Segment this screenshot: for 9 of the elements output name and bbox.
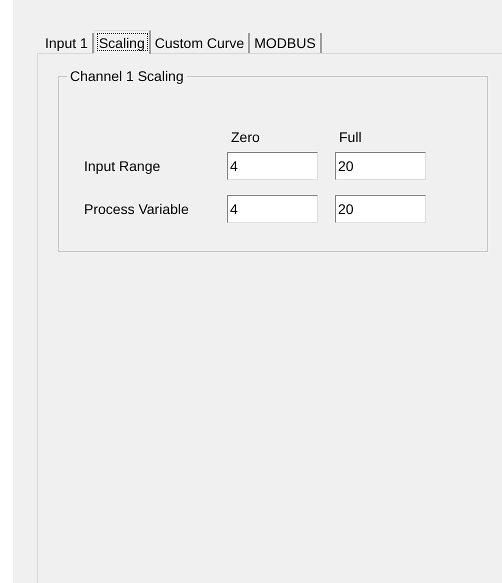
input-field[interactable]: 4 [227,152,318,180]
field-label: Input Range [84,156,162,176]
input-field[interactable]: 20 [335,195,426,223]
field-label: Process Variable [84,200,190,218]
column-header: Full [338,128,363,147]
input-field[interactable]: 20 [335,152,426,180]
input-field[interactable]: 4 [227,195,318,223]
tab[interactable]: Scaling [94,30,151,54]
column-header: Zero [230,128,261,147]
